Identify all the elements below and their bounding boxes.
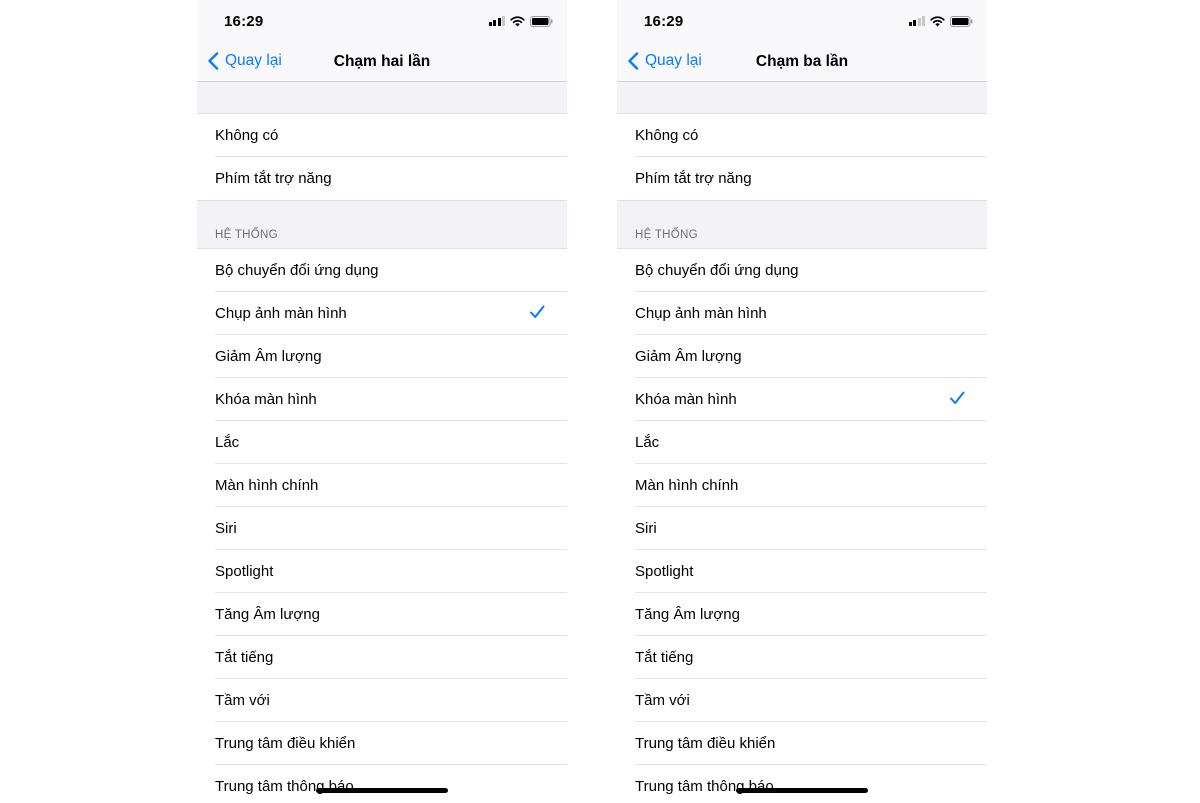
list-item[interactable]: Lắc [197, 421, 567, 464]
list-item[interactable]: Spotlight [197, 550, 567, 593]
list-item-label: Phím tắt trợ năng [215, 170, 332, 187]
list-item-label: Siri [635, 520, 657, 537]
list-item-label: Khóa màn hình [635, 391, 737, 408]
list-item-label: Không có [215, 127, 279, 144]
list-item[interactable]: Tắt tiếng [197, 636, 567, 679]
list-item-label: Giảm Âm lượng [635, 348, 742, 365]
list-item[interactable]: Khóa màn hình [197, 378, 567, 421]
list-item[interactable]: Trung tâm thông báo [197, 765, 567, 803]
list-item[interactable]: Chụp ảnh màn hình [197, 292, 567, 335]
list-item-label: Bộ chuyển đổi ứng dụng [215, 262, 379, 279]
list-item[interactable]: Phím tắt trợ năng [197, 157, 567, 200]
checkmark-icon [530, 305, 545, 318]
list-item-label: Tắt tiếng [635, 649, 694, 666]
list-item-label: Phím tắt trợ năng [635, 170, 752, 187]
list-item-label: Lắc [215, 434, 240, 451]
list-item[interactable]: Giảm Âm lượng [197, 335, 567, 378]
list-item-label: Tầm với [215, 692, 270, 709]
status-icons [488, 15, 554, 27]
wifi-icon [510, 15, 525, 26]
status-time: 16:29 [644, 13, 684, 30]
list-item[interactable]: Khóa màn hình [617, 378, 987, 421]
action-list-none-group: Không có Phím tắt trợ năng [197, 113, 567, 201]
list-item-label: Spotlight [635, 563, 694, 580]
status-time: 16:29 [224, 13, 264, 30]
list-item-label: Giảm Âm lượng [215, 348, 322, 365]
navigation-bar: Quay lại Chạm hai lần [197, 44, 567, 82]
list-item-label: Siri [215, 520, 237, 537]
list-item[interactable]: Tầm với [617, 679, 987, 722]
list-item[interactable]: Màn hình chính [617, 464, 987, 507]
list-item[interactable]: Màn hình chính [197, 464, 567, 507]
list-item[interactable]: Bộ chuyển đổi ứng dụng [197, 249, 567, 292]
battery-icon [950, 15, 973, 27]
phone-screen-double-tap: 16:29 Quay lại Chạm hai lần Không có Phím tắ… [197, 0, 567, 803]
list-item[interactable]: Tầm với [197, 679, 567, 722]
action-list-none-group: Không có Phím tắt trợ năng [617, 113, 987, 201]
list-item-label: Tăng Âm lượng [635, 606, 740, 623]
list-item-label: Tăng Âm lượng [215, 606, 320, 623]
system-actions-list: Bộ chuyển đổi ứng dụng Chụp ảnh màn hình G… [617, 248, 987, 803]
list-item[interactable]: Lắc [617, 421, 987, 464]
battery-icon [530, 15, 553, 27]
page-title: Chạm ba lần [755, 53, 849, 70]
list-item[interactable]: Không có [197, 114, 567, 157]
checkmark-icon [950, 391, 965, 404]
list-item[interactable]: Chụp ảnh màn hình [617, 292, 987, 335]
list-item-label: Trung tâm điều khiển [635, 735, 776, 752]
navigation-bar: Quay lại Chạm ba lần [617, 44, 987, 82]
list-item-label: Màn hình chính [215, 477, 319, 494]
status-bar: 16:29 [617, 0, 987, 44]
phone-screen-triple-tap: 16:29 Quay lại Chạm ba lần Không có Phím tắt… [617, 0, 987, 803]
section-header-system: HỆ THỐNG [635, 229, 698, 241]
list-item-label: Trung tâm điều khiển [215, 735, 356, 752]
list-item-label: Bộ chuyển đổi ứng dụng [635, 262, 799, 279]
list-item-label: Chụp ảnh màn hình [635, 305, 767, 322]
list-item-label: Lắc [635, 434, 660, 451]
list-item[interactable]: Tăng Âm lượng [197, 593, 567, 636]
section-header-system: HỆ THỐNG [215, 229, 278, 241]
list-item[interactable]: Trung tâm điều khiển [197, 722, 567, 765]
list-item[interactable]: Giảm Âm lượng [617, 335, 987, 378]
list-item[interactable]: Trung tâm điều khiển [617, 722, 987, 765]
system-actions-list: Bộ chuyển đổi ứng dụng Chụp ảnh màn hình G… [197, 248, 567, 803]
home-indicator[interactable] [736, 788, 868, 793]
page-title: Chạm hai lần [333, 53, 431, 70]
list-item-label: Khóa màn hình [215, 391, 317, 408]
status-bar: 16:29 [197, 0, 567, 44]
list-item[interactable]: Tắt tiếng [617, 636, 987, 679]
list-item-label: Chụp ảnh màn hình [215, 305, 347, 322]
list-item-label: Màn hình chính [635, 477, 739, 494]
list-item[interactable]: Siri [617, 507, 987, 550]
home-indicator[interactable] [316, 788, 448, 793]
list-item[interactable]: Trung tâm thông báo [617, 765, 987, 803]
cellular-signal-icon [908, 16, 925, 26]
list-item[interactable]: Siri [197, 507, 567, 550]
list-item[interactable]: Bộ chuyển đổi ứng dụng [617, 249, 987, 292]
list-item[interactable]: Phím tắt trợ năng [617, 157, 987, 200]
cellular-signal-icon [488, 16, 505, 26]
list-item[interactable]: Tăng Âm lượng [617, 593, 987, 636]
list-item-label: Spotlight [215, 563, 274, 580]
status-icons [908, 15, 974, 27]
list-item-label: Không có [635, 127, 699, 144]
list-item-label: Tắt tiếng [215, 649, 274, 666]
list-item[interactable]: Không có [617, 114, 987, 157]
list-item-label: Tầm với [635, 692, 690, 709]
wifi-icon [930, 15, 945, 26]
list-item[interactable]: Spotlight [617, 550, 987, 593]
